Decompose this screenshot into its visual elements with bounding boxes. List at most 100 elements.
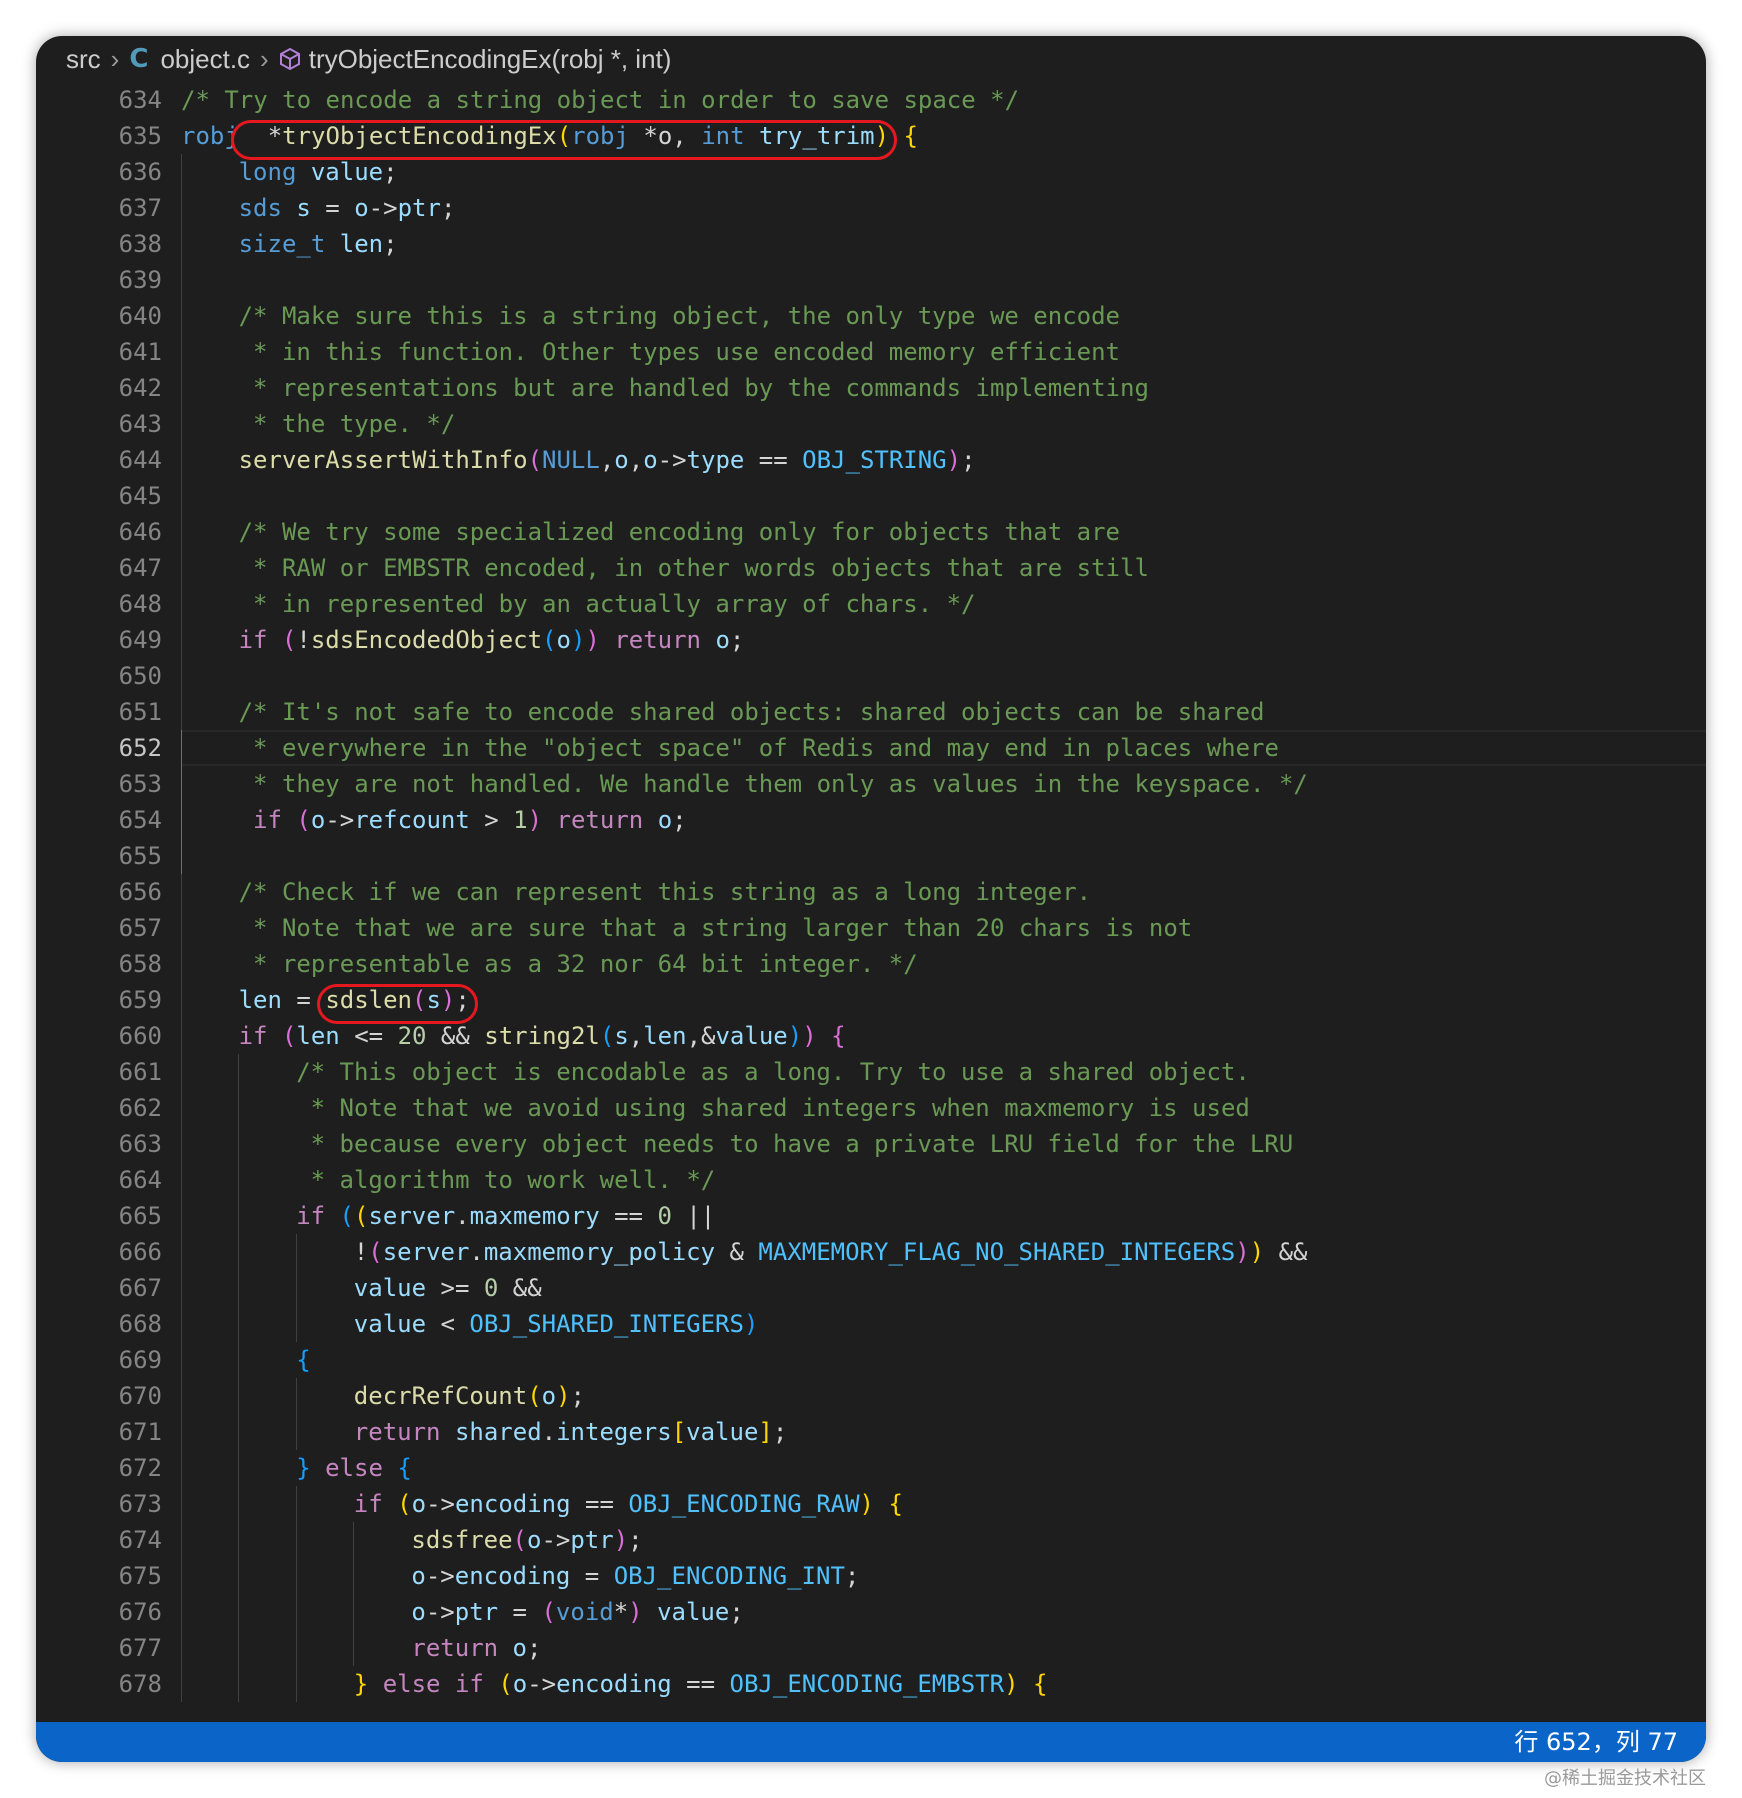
code-line[interactable]: value < OBJ_SHARED_INTEGERS): [354, 1306, 759, 1342]
code-token: sdsEncodedObject: [310, 626, 543, 654]
code-token: * algorithm to work well. */: [296, 1166, 716, 1194]
code-line[interactable]: * in represented by an actually array of…: [239, 586, 975, 622]
code-token: * the type. */: [238, 410, 456, 438]
code-token: .: [455, 1202, 470, 1230]
code-line[interactable]: * in this function. Other types use enco…: [239, 334, 1120, 370]
breadcrumb-folder[interactable]: src: [66, 44, 101, 75]
watermark: @稀土掘金技术社区: [1544, 1768, 1706, 1789]
code-token: o: [512, 1634, 527, 1662]
line-number: 667: [118, 1274, 162, 1302]
indent-guide: [238, 1054, 239, 1090]
code-line[interactable]: decrRefCount(o);: [354, 1378, 585, 1414]
code-line[interactable]: if (!sdsEncodedObject(o)) return o;: [239, 622, 745, 658]
breadcrumb-symbol[interactable]: tryObjectEncodingEx(robj *, int): [309, 44, 672, 75]
line-number: 658: [118, 950, 162, 978]
code-token: 20: [397, 1022, 427, 1050]
code-line[interactable]: /* Try to encode a string object in orde…: [181, 82, 1019, 118]
code-token: decrRefCount: [353, 1382, 528, 1410]
code-line[interactable]: * algorithm to work well. */: [296, 1162, 716, 1198]
code-line[interactable]: * RAW or EMBSTR encoded, in other words …: [239, 550, 1149, 586]
indent-guide: [181, 370, 182, 406]
indent-guide: [181, 1522, 182, 1558]
code-token: len: [339, 230, 384, 258]
code-token: ]: [758, 1418, 773, 1446]
code-line[interactable]: value >= 0 &&: [354, 1270, 542, 1306]
code-line[interactable]: sdsfree(o->ptr);: [411, 1522, 642, 1558]
code-token: len: [238, 986, 282, 1014]
code-line[interactable]: /* Check if we can represent this string…: [239, 874, 1092, 910]
code-token: 0: [483, 1274, 499, 1302]
code-token: (: [527, 1382, 542, 1410]
code-token: len: [643, 1022, 687, 1050]
code-token: value: [353, 1274, 427, 1302]
code-line[interactable]: /* We try some specialized encoding only…: [239, 514, 1120, 550]
indent-guide: [181, 982, 182, 1018]
code-line[interactable]: if ((server.maxmemory == 0 ||: [296, 1198, 715, 1234]
indent-guide: [181, 838, 182, 874]
indent-guide: [181, 1234, 182, 1270]
code-token: ==: [570, 1490, 629, 1518]
code-line[interactable]: * because every object needs to have a p…: [296, 1126, 1294, 1162]
code-token: &: [715, 1238, 759, 1266]
code-token: OBJ_STRING: [802, 446, 947, 474]
line-number: 655: [118, 842, 162, 870]
code-token: ;: [729, 626, 745, 654]
code-line[interactable]: /* Make sure this is a string object, th…: [239, 298, 1120, 334]
code-token: OBJ_ENCODING_EMBSTR: [729, 1670, 1005, 1698]
code-line[interactable]: o->ptr = (void*) value;: [411, 1594, 743, 1630]
code-token: >: [469, 806, 514, 834]
line-number: 638: [118, 230, 162, 258]
line-number: 673: [118, 1490, 162, 1518]
line-number: 649: [118, 626, 162, 654]
code-line[interactable]: serverAssertWithInfo(NULL,o,o->type == O…: [239, 442, 976, 478]
code-token: ): [570, 626, 586, 654]
breadcrumb-file[interactable]: object.c: [160, 44, 250, 75]
indent-guide: [181, 262, 182, 298]
code-token: }: [296, 1454, 311, 1482]
code-token: (: [281, 626, 297, 654]
line-number: 654: [118, 806, 162, 834]
code-token: =: [498, 1598, 542, 1626]
indent-guide: [181, 334, 182, 370]
code-token: /* Check if we can represent this string…: [238, 878, 1092, 906]
code-line[interactable]: size_t len;: [239, 226, 398, 262]
code-token: encoding: [556, 1670, 672, 1698]
code-line[interactable]: if (o->refcount > 1) return o;: [239, 802, 687, 838]
code-line[interactable]: * Note that we avoid using shared intege…: [296, 1090, 1250, 1126]
code-token: long: [238, 158, 297, 186]
code-line[interactable]: sds s = o->ptr;: [239, 190, 456, 226]
code-line[interactable]: /* This object is encodable as a long. T…: [296, 1054, 1250, 1090]
code-line[interactable]: } else {: [296, 1450, 412, 1486]
code-line[interactable]: return shared.integers[value];: [354, 1414, 788, 1450]
code-line[interactable]: * Note that we are sure that a string la…: [239, 910, 1192, 946]
code-token: ->: [425, 1598, 455, 1626]
code-token: =: [570, 1562, 614, 1590]
code-token: if: [454, 1670, 484, 1698]
code-line[interactable]: if (o->encoding == OBJ_ENCODING_RAW) {: [354, 1486, 903, 1522]
code-line[interactable]: * the type. */: [238, 406, 456, 442]
line-number: 664: [118, 1166, 162, 1194]
code-line[interactable]: if (len <= 20 && string2l(s,len,&value))…: [239, 1018, 846, 1054]
code-line[interactable]: o->encoding = OBJ_ENCODING_INT;: [411, 1558, 859, 1594]
editor-window: src › C object.c › tryObjectEncodingEx(r…: [36, 36, 1706, 1762]
code-token: ->: [325, 806, 355, 834]
code-line[interactable]: /* It's not safe to encode shared object…: [239, 694, 1265, 730]
code-line[interactable]: } else if (o->encoding == OBJ_ENCODING_E…: [354, 1666, 1048, 1702]
code-token: o: [614, 446, 629, 474]
code-line[interactable]: !(server.maxmemory_policy & MAXMEMORY_FL…: [354, 1234, 1308, 1270]
indent-guide: [181, 514, 182, 550]
code-line[interactable]: return o;: [411, 1630, 541, 1666]
code-line[interactable]: * they are not handled. We handle them o…: [239, 766, 1308, 802]
line-number: 656: [118, 878, 162, 906]
code-line[interactable]: * representable as a 32 nor 64 bit integ…: [239, 946, 918, 982]
code-token: return: [614, 626, 702, 654]
code-line[interactable]: * everywhere in the "object space" of Re…: [239, 730, 1279, 766]
code-line[interactable]: {: [296, 1342, 310, 1378]
code-token: encoding: [454, 1490, 571, 1518]
cursor-position[interactable]: 行 652，列 77: [1514, 1728, 1678, 1756]
code-line[interactable]: * representations but are handled by the…: [239, 370, 1149, 406]
